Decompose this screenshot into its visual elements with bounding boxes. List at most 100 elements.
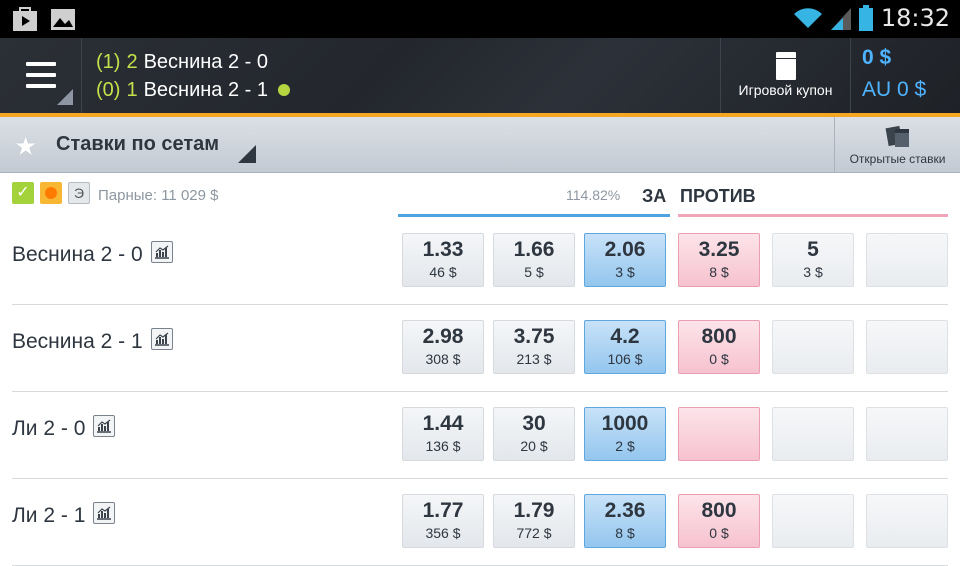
market-dropdown-indicator	[238, 145, 256, 163]
odds-amount: 20 $	[520, 438, 548, 454]
e-filter-toggle[interactable]: Э	[68, 182, 90, 204]
best-back-odds-cell[interactable]: 4.2 106 $	[584, 320, 666, 374]
lay-odds-cell[interactable]	[866, 320, 948, 374]
lay-odds-cell[interactable]	[772, 407, 854, 461]
open-bets-button[interactable]: Открытые ставки	[834, 117, 960, 173]
wifi-icon	[793, 8, 822, 28]
chart-icon[interactable]	[150, 328, 173, 351]
coupon-icon	[776, 52, 796, 80]
balance-au: AU 0 $	[862, 78, 927, 101]
chart-icon[interactable]	[150, 241, 173, 264]
bet-slip-label: Игровой купон	[738, 82, 833, 98]
runner-name-wrap: Ли 2 - 1	[12, 502, 116, 528]
gallery-icon	[51, 9, 75, 30]
book-percentage: 114.82%	[566, 187, 621, 203]
odds-amount: 46 $	[429, 264, 457, 280]
back-odds-cell[interactable]: 2.98 308 $	[402, 320, 484, 374]
player-name: Веснина 2 - 0	[143, 50, 269, 73]
odds-value: 1000	[601, 412, 649, 435]
live-score: (1) 2 Веснина 2 - 0 (0) 1 Веснина 2 - 1	[96, 48, 291, 104]
runners-list: Веснина 2 - 0 1.33 46 $ 1.66 5 $ 2.06 3 $ 3…	[0, 218, 960, 566]
open-bets-label: Открытые ставки	[849, 152, 946, 166]
odds-value: 1.79	[513, 499, 555, 522]
odds-amount: 8 $	[709, 264, 729, 280]
odds-value: 1.44	[422, 412, 464, 435]
bet-slip-button[interactable]: Игровой купон	[720, 38, 851, 113]
open-bets-icon	[885, 125, 909, 147]
runner-row: Ли 2 - 1 1.77 356 $ 1.79 772 $ 2.36 8 $ 800…	[0, 479, 960, 566]
lay-odds-cell[interactable]	[772, 320, 854, 374]
odds-value: 4.2	[610, 325, 640, 348]
runner-name: Ли 2 - 0	[12, 417, 86, 440]
runner-row: Веснина 2 - 0 1.33 46 $ 1.66 5 $ 2.06 3 $ 3…	[0, 218, 960, 305]
back-odds-cell[interactable]: 3.75 213 $	[493, 320, 575, 374]
odds-amount: 5 $	[524, 264, 544, 280]
app-header: (1) 2 Веснина 2 - 0 (0) 1 Веснина 2 - 1 …	[0, 38, 960, 113]
clock: 18:32	[880, 4, 950, 32]
battery-icon	[858, 5, 873, 31]
signal-icon	[830, 8, 851, 30]
games-count: 2	[126, 50, 138, 73]
runner-name: Веснина 2 - 1	[12, 330, 143, 353]
back-odds-cell[interactable]: 1.66 5 $	[493, 233, 575, 287]
orange-filter-icon[interactable]	[40, 182, 62, 204]
games-count: 1	[126, 78, 138, 101]
lay-column-header: ПРОТИВ	[680, 186, 756, 206]
runner-row: Ли 2 - 0 1.44 136 $ 30 20 $ 1000 2 $	[0, 392, 960, 479]
best-lay-odds-cell[interactable]	[678, 407, 760, 461]
player-name: Веснина 2 - 1	[143, 78, 269, 101]
odds-amount: 3 $	[803, 264, 823, 280]
odds-value: 30	[522, 412, 546, 435]
best-lay-odds-cell[interactable]: 800 0 $	[678, 320, 760, 374]
chart-icon[interactable]	[93, 415, 116, 438]
score-line-2: (0) 1 Веснина 2 - 1	[96, 76, 291, 104]
favorite-star-icon[interactable]: ★	[14, 131, 37, 162]
back-odds-cell[interactable]: 1.33 46 $	[402, 233, 484, 287]
odds-amount: 772 $	[516, 525, 552, 541]
odds-value: 2.36	[604, 499, 646, 522]
odds-amount: 3 $	[615, 264, 635, 280]
runner-name-wrap: Ли 2 - 0	[12, 415, 116, 441]
lay-odds-cell[interactable]	[866, 407, 948, 461]
runner-name-wrap: Веснина 2 - 0	[12, 241, 173, 267]
odds-value: 800	[701, 325, 737, 348]
odds-amount: 136 $	[425, 438, 461, 454]
odds-value: 1.33	[422, 238, 464, 261]
balance-main: 0 $	[862, 46, 892, 69]
menu-button[interactable]	[0, 38, 82, 113]
matched-volume: Парные: 11 029 $	[98, 187, 219, 204]
odds-value: 3.75	[513, 325, 555, 348]
lay-underline	[678, 214, 948, 217]
runner-name: Ли 2 - 1	[12, 504, 86, 527]
runner-name-wrap: Веснина 2 - 1	[12, 328, 173, 354]
chart-icon[interactable]	[93, 502, 116, 525]
runner-name: Веснина 2 - 0	[12, 243, 143, 266]
status-bar: 18:32	[0, 0, 960, 38]
checkmark-filter-icon[interactable]: ✓	[12, 182, 34, 204]
odds-amount: 106 $	[607, 351, 643, 367]
market-selector[interactable]: ★ Ставки по сетам Открытые ставки	[0, 117, 960, 173]
lay-odds-cell[interactable]: 53 $	[772, 233, 854, 287]
play-store-icon	[13, 7, 37, 31]
lay-odds-cell[interactable]	[866, 233, 948, 287]
odds-value: 2.98	[422, 325, 464, 348]
serving-ball-icon	[278, 84, 291, 96]
odds-amount: 356 $	[425, 525, 461, 541]
runner-row: Веснина 2 - 1 2.98 308 $ 3.75 213 $ 4.2 106…	[0, 305, 960, 392]
balance[interactable]: 0 $ AU 0 $	[862, 46, 926, 102]
odds-value: 1.66	[513, 238, 555, 261]
back-odds-cell[interactable]: 30 20 $	[493, 407, 575, 461]
best-back-odds-cell[interactable]: 2.06 3 $	[584, 233, 666, 287]
best-back-odds-cell[interactable]: 1000 2 $	[584, 407, 666, 461]
odds-value: 3.25	[698, 238, 740, 261]
odds-value: 800	[701, 499, 737, 522]
market-title: Ставки по сетам	[56, 133, 220, 155]
back-underline	[398, 214, 670, 217]
odds-value: 2.06	[604, 238, 646, 261]
best-lay-odds-cell[interactable]: 3.25 8 $	[678, 233, 760, 287]
back-odds-cell[interactable]: 1.44 136 $	[402, 407, 484, 461]
odds-amount: 0 $	[709, 351, 729, 367]
odds-amount: 2 $	[615, 438, 635, 454]
odds-value: 1.77	[422, 499, 464, 522]
back-column-header: ЗА	[642, 186, 667, 206]
